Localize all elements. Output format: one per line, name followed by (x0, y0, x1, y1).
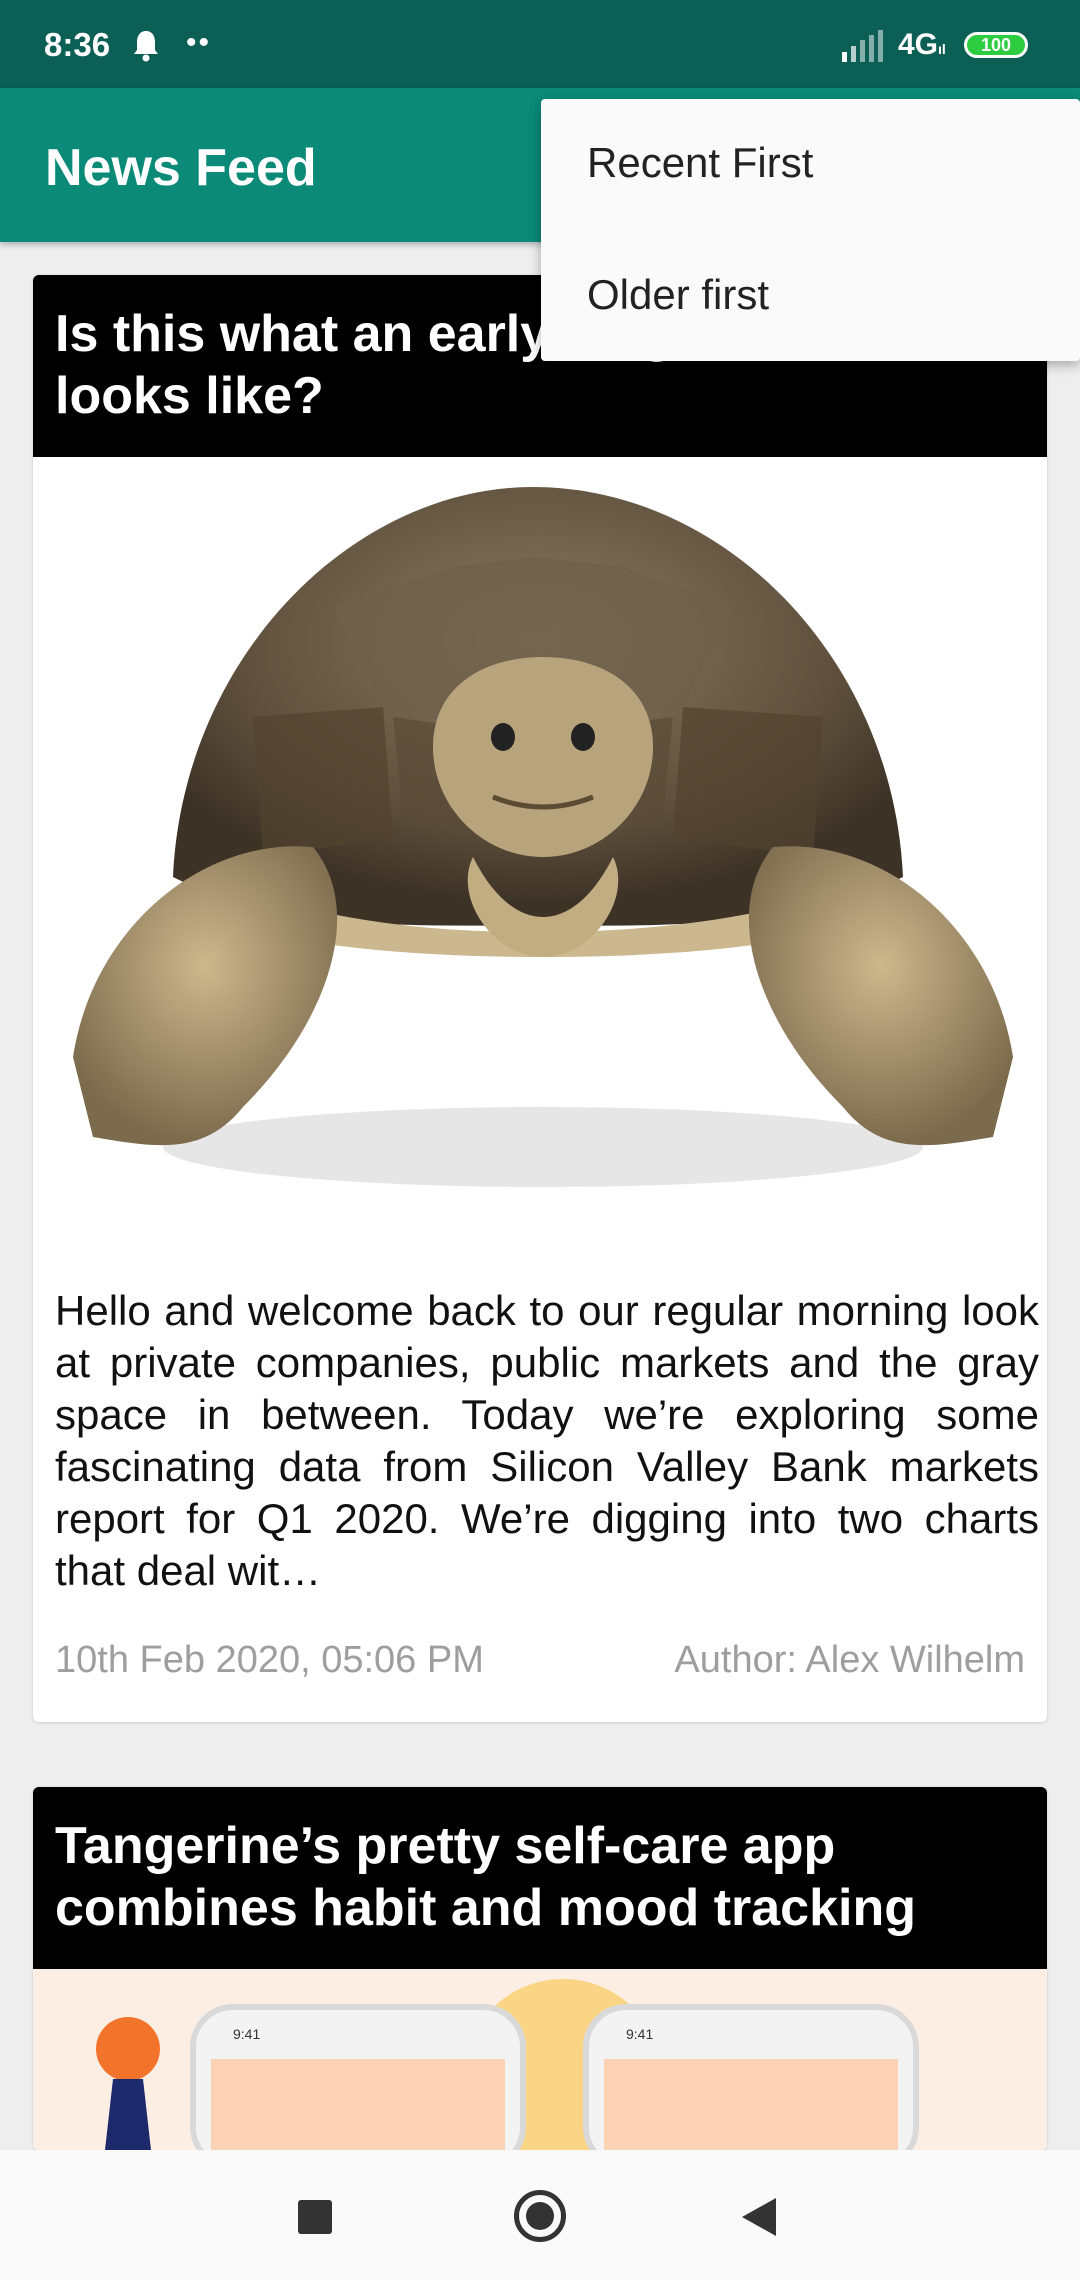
status-time: 8:36 (44, 26, 111, 63)
system-nav-bar (0, 2150, 1080, 2280)
page-title: News Feed (45, 139, 317, 197)
home-icon[interactable] (514, 2190, 566, 2242)
article-card[interactable]: Tangerine’s pretty self-care app combine… (33, 1787, 1047, 2150)
status-bar: 8:36 •• 4Gıl 100 (0, 0, 1080, 88)
recents-icon[interactable] (298, 2200, 332, 2234)
article-image (33, 457, 1047, 1279)
article-meta: 10th Feb 2020, 05:06 PM Author: Alex Wil… (33, 1597, 1047, 1722)
battery-level: 100 (980, 34, 1012, 55)
menu-item-older-first[interactable]: Older first (587, 271, 769, 319)
menu-item-recent-first[interactable]: Recent First (587, 139, 813, 187)
more-notifications-icon: •• (186, 26, 212, 59)
back-icon[interactable] (742, 2198, 776, 2236)
sort-popup-menu: Recent First Older first (541, 99, 1080, 361)
network-type: 4Gıl (898, 28, 946, 61)
article-date: 10th Feb 2020, 05:06 PM (55, 1639, 484, 1681)
article-title: Tangerine’s pretty self-care app combine… (33, 1787, 1047, 1969)
app-screenshots-image: 9:41 9:41 (96, 1979, 919, 2150)
notification-bell-icon (134, 31, 158, 62)
phone-time: 9:41 (233, 2026, 260, 2042)
article-card[interactable]: Is this what an early-stage slowdown loo… (33, 275, 1047, 1722)
signal-icon (842, 30, 883, 62)
article-author: Author: Alex Wilhelm (674, 1639, 1025, 1681)
article-summary: Hello and welcome back to our regular mo… (55, 1287, 1039, 1594)
news-feed-list[interactable]: Is this what an early-stage slowdown loo… (0, 242, 1080, 2150)
phone-time: 9:41 (626, 2026, 653, 2042)
battery-icon: 100 (964, 32, 1028, 58)
article-image: 9:41 9:41 (33, 1969, 1047, 2150)
tortoise-image (73, 487, 1013, 1187)
